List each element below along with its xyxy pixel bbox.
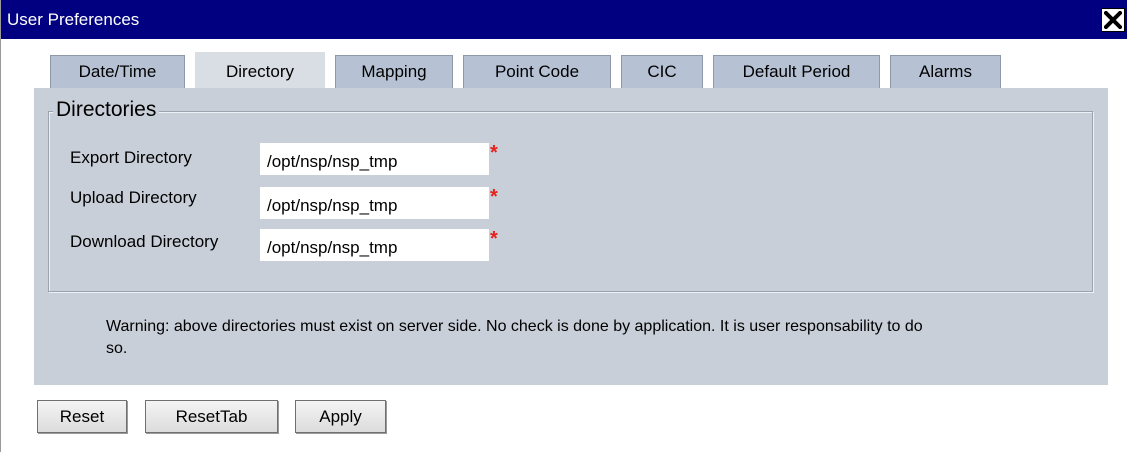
tab-mapping[interactable]: Mapping xyxy=(335,55,453,88)
download-directory-required-marker: * xyxy=(490,228,498,250)
upload-directory-label: Upload Directory xyxy=(70,188,197,207)
download-directory-input[interactable] xyxy=(260,229,489,261)
directories-warning-text: Warning: above directories must exist on… xyxy=(106,318,923,357)
apply-button[interactable]: Apply xyxy=(295,400,386,433)
tab-directory[interactable]: Directory xyxy=(195,52,325,88)
export-directory-required-marker: * xyxy=(490,142,498,164)
reset-tab-button[interactable]: ResetTab xyxy=(145,400,278,433)
title-bar: User Preferences xyxy=(1,0,1127,39)
reset-button[interactable]: Reset xyxy=(37,400,127,433)
window-title: User Preferences xyxy=(7,10,140,29)
directories-group xyxy=(48,111,1093,292)
download-directory-label: Download Directory xyxy=(70,232,219,251)
upload-directory-input[interactable] xyxy=(260,187,489,219)
directories-legend: Directories xyxy=(53,97,160,123)
user-preferences-window: User Preferences Date/Time Directory Map… xyxy=(0,0,1127,452)
close-button[interactable] xyxy=(1101,8,1125,32)
export-directory-input[interactable] xyxy=(260,143,489,175)
tab-cic[interactable]: CIC xyxy=(621,55,703,88)
tab-bar: Date/Time Directory Mapping Point Code C… xyxy=(50,52,1011,88)
tab-alarms[interactable]: Alarms xyxy=(890,55,1001,88)
directory-tab-panel: Directories Export Directory * Upload Di… xyxy=(34,88,1108,385)
upload-directory-required-marker: * xyxy=(490,186,498,208)
export-directory-label: Export Directory xyxy=(70,148,192,167)
close-icon xyxy=(1104,11,1122,29)
tab-point-code[interactable]: Point Code xyxy=(463,55,611,88)
tab-default-period[interactable]: Default Period xyxy=(713,55,880,88)
tab-date-time[interactable]: Date/Time xyxy=(50,55,185,88)
